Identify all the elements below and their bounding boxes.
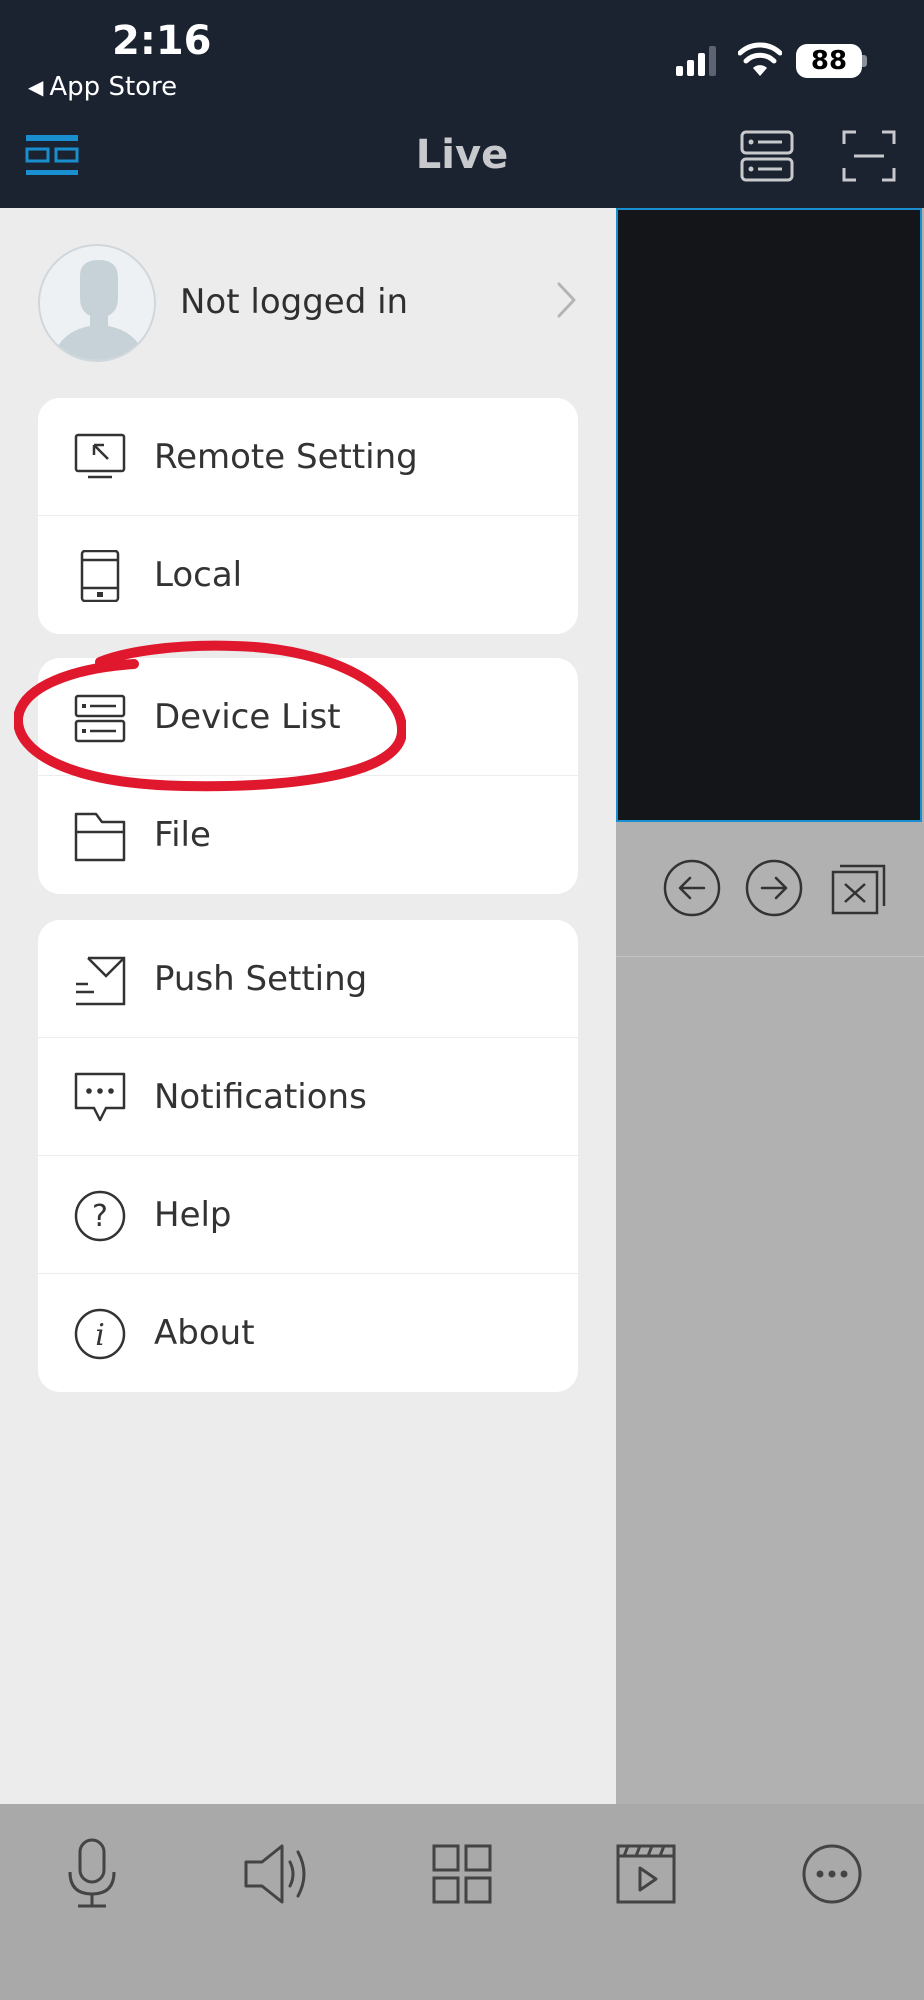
battery-icon: 88 <box>796 44 862 78</box>
menu-item-remote-setting[interactable]: Remote Setting <box>38 398 578 516</box>
push-mail-icon <box>76 956 126 1006</box>
fullscreen-icon[interactable] <box>842 130 896 182</box>
menu-item-notifications[interactable]: Notifications <box>38 1038 578 1156</box>
menu-group-devices: Device List File <box>38 658 578 894</box>
status-time: 2:16 <box>112 18 212 64</box>
back-to-app-store[interactable]: ◀ App Store <box>28 72 177 102</box>
back-app-label: App Store <box>49 72 178 102</box>
live-controls-row <box>616 826 924 957</box>
next-arrow-icon[interactable] <box>744 858 804 918</box>
video-clip-icon[interactable] <box>606 1834 686 1914</box>
back-triangle-icon: ◀ <box>28 75 44 99</box>
info-icon: i <box>74 1308 126 1360</box>
svg-text:i: i <box>95 1318 105 1353</box>
remote-setting-icon <box>74 433 126 479</box>
menu-item-label: About <box>154 1313 255 1353</box>
more-options-icon[interactable] <box>792 1834 872 1914</box>
menu-item-device-list[interactable]: Device List <box>38 658 578 776</box>
speaker-icon[interactable] <box>236 1834 316 1914</box>
menu-item-about[interactable]: i About <box>38 1274 578 1392</box>
menu-item-label: Help <box>154 1194 232 1235</box>
folder-icon <box>74 812 126 862</box>
menu-item-label: Push Setting <box>154 958 368 999</box>
wifi-icon <box>738 42 782 76</box>
profile-status: Not logged in <box>180 282 409 322</box>
menu-item-label: Remote Setting <box>154 436 418 477</box>
chevron-right-icon <box>557 282 576 318</box>
menu-item-label: Local <box>154 555 243 595</box>
close-all-icon[interactable] <box>830 860 888 916</box>
bottom-toolbar <box>0 1804 924 2000</box>
menu-item-file[interactable]: File <box>38 776 578 894</box>
menu-item-push-setting[interactable]: Push Setting <box>38 920 578 1038</box>
avatar-person-icon <box>58 260 140 360</box>
avatar <box>38 244 156 362</box>
svg-text:?: ? <box>92 1199 108 1234</box>
menu-group-general: Push Setting Notifications ? Help i Abou <box>38 920 578 1392</box>
live-video-pane[interactable] <box>616 208 922 822</box>
menu-item-label: Device List <box>154 696 341 737</box>
battery-nub <box>862 55 867 67</box>
chat-bubble-icon <box>74 1072 126 1122</box>
phone-icon <box>80 550 120 602</box>
menu-item-help[interactable]: ? Help <box>38 1156 578 1274</box>
side-drawer: Not logged in Remote Setting Local Devic… <box>0 208 616 1804</box>
menu-item-local[interactable]: Local <box>38 516 578 634</box>
cellular-signal-icon <box>676 46 716 76</box>
status-bar: 2:16 ◀ App Store 88 <box>0 0 924 128</box>
menu-item-label: Notifications <box>154 1076 367 1117</box>
question-icon: ? <box>74 1190 126 1242</box>
nav-bar: Live <box>0 128 924 208</box>
menu-group-settings: Remote Setting Local <box>38 398 578 634</box>
grid-layout-icon[interactable] <box>422 1834 502 1914</box>
menu-item-label: File <box>154 815 211 855</box>
profile-row[interactable]: Not logged in <box>38 244 578 364</box>
previous-arrow-icon[interactable] <box>662 858 722 918</box>
microphone-icon[interactable] <box>52 1834 132 1914</box>
device-list-icon <box>74 694 126 743</box>
device-list-nav-icon[interactable] <box>740 130 794 182</box>
